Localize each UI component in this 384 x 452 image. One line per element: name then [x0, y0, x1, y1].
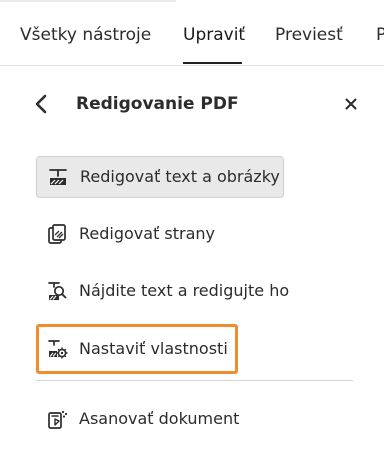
active-tab-underline [183, 62, 242, 64]
menu-item-find-and-redact[interactable]: Nájdite text a redigujte ho [36, 270, 296, 312]
close-icon [345, 98, 357, 110]
tab-edit[interactable]: Upraviť [183, 25, 245, 45]
close-button[interactable] [341, 94, 361, 114]
sanitize-document-icon [48, 410, 68, 429]
top-toolbar: Všetky nástroje Upraviť Previesť P [0, 0, 384, 66]
menu-item-label: Asanovať dokument [79, 409, 240, 428]
panel-header: Redigovanie PDF [0, 86, 384, 122]
tab-overflow[interactable]: P [376, 25, 384, 45]
redaction-properties-icon [48, 340, 68, 359]
menu-item-label: Redigovať strany [79, 224, 216, 243]
redact-text-image-icon [49, 169, 67, 185]
menu-item-label: Nastaviť vlastnosti [79, 339, 228, 358]
back-button[interactable] [30, 92, 54, 116]
menu-item-set-properties[interactable]: Nastaviť vlastnosti [36, 324, 238, 374]
menu-item-redact-text-images[interactable]: Redigovať text a obrázky [36, 156, 284, 198]
chevron-left-icon [35, 94, 47, 114]
menu-item-label: Redigovať text a obrázky [80, 167, 280, 186]
find-redact-icon [48, 282, 67, 300]
panel-title: Redigovanie PDF [76, 94, 239, 114]
menu-divider [36, 380, 353, 381]
menu-item-label: Nájdite text a redigujte ho [79, 281, 290, 300]
menu-item-sanitize-document[interactable]: Asanovať dokument [36, 398, 246, 440]
tab-all-tools[interactable]: Všetky nástroje [20, 25, 151, 45]
menu-item-redact-pages[interactable]: Redigovať strany [36, 213, 236, 255]
toolbar-top-accent [0, 0, 176, 2]
tab-convert[interactable]: Previesť [275, 25, 343, 45]
redact-pages-icon [48, 224, 66, 244]
